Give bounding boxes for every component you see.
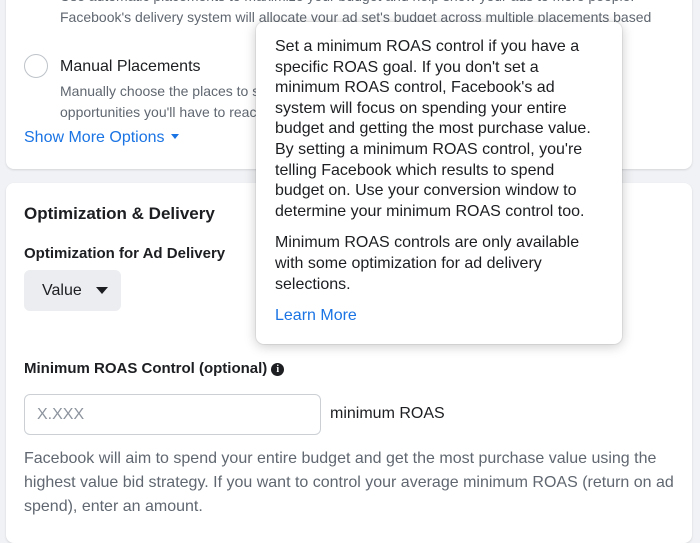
tooltip-paragraph-2: Minimum ROAS controls are only available… <box>275 234 580 293</box>
learn-more-link[interactable]: Learn More <box>275 307 357 324</box>
optimization-for-ad-delivery-label: Optimization for Ad Delivery <box>24 245 226 262</box>
tooltip-paragraph-1: Set a minimum ROAS control if you have a… <box>275 38 591 220</box>
minimum-roas-label: Minimum ROAS Control (optional) i <box>24 360 285 377</box>
minimum-roas-help-text: Facebook will aim to spend your entire b… <box>24 450 674 515</box>
minimum-roas-suffix: minimum ROAS <box>330 405 445 422</box>
caret-down-icon <box>95 287 108 294</box>
manual-placements-label[interactable]: Manual Placements <box>60 58 201 76</box>
minimum-roas-input[interactable] <box>24 394 321 435</box>
show-more-options-label[interactable]: Show More Options <box>24 129 165 146</box>
info-icon[interactable]: i <box>271 363 285 376</box>
show-more-options-link[interactable]: Show More Options <box>24 129 179 147</box>
section-heading: Optimization & Delivery <box>24 204 215 223</box>
optimization-dropdown-value[interactable]: Value <box>42 282 82 300</box>
minimum-roas-label-text: Minimum ROAS Control (optional) <box>24 360 268 377</box>
roas-tooltip: Set a minimum ROAS control if you have a… <box>256 22 622 344</box>
optimization-dropdown[interactable]: Value <box>24 270 121 311</box>
caret-down-icon <box>170 134 179 139</box>
manual-placements-radio[interactable] <box>24 54 48 78</box>
